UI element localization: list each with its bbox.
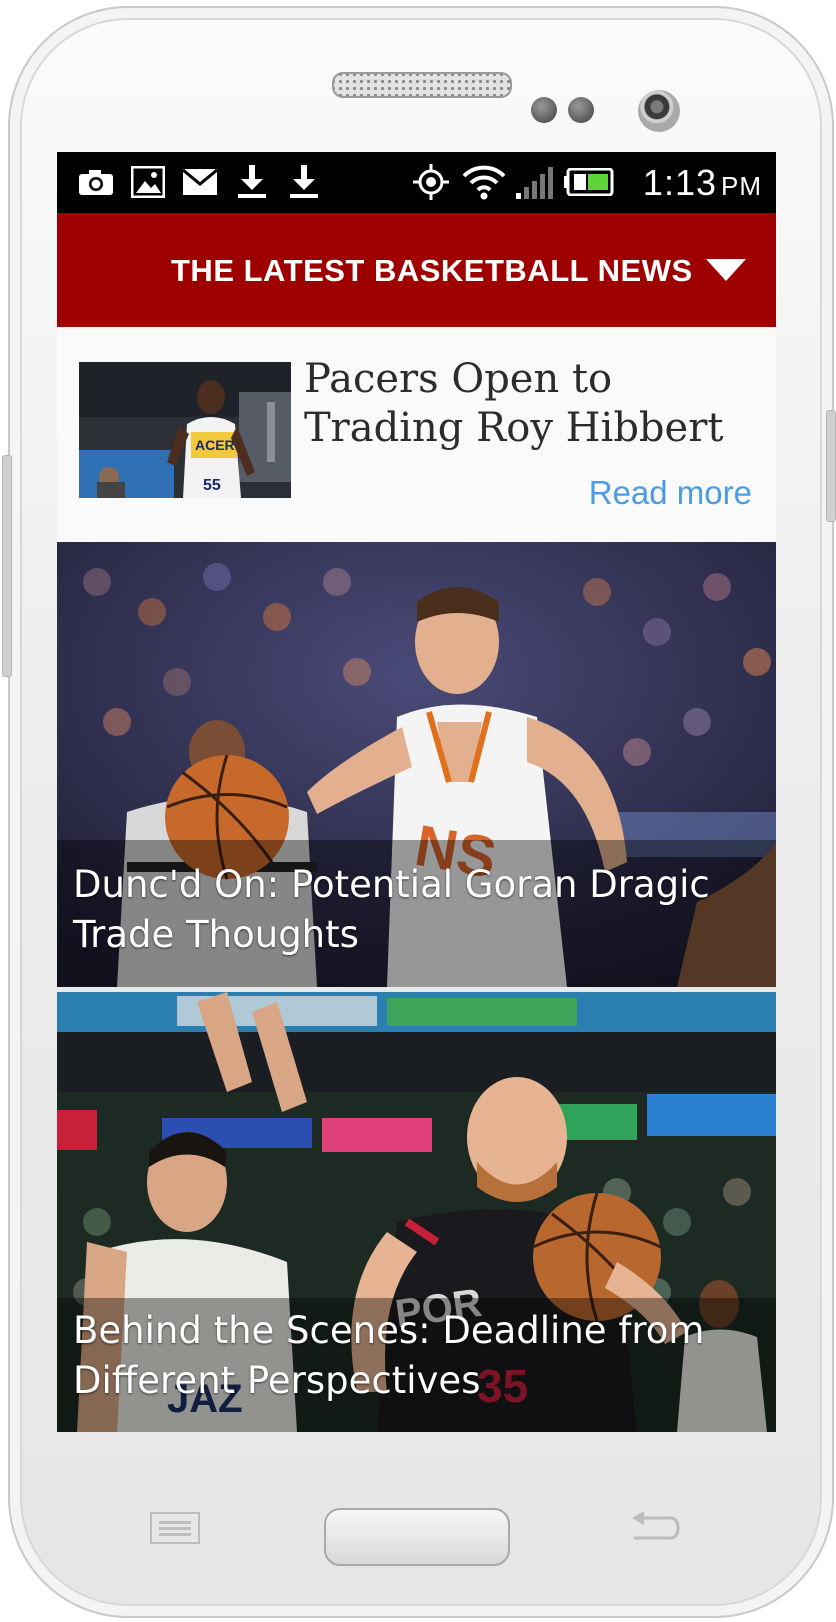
camera-icon [77,166,115,198]
featured-article[interactable]: ACERS 55 Pacers Open to Trading Roy Hibb… [57,327,776,542]
wifi-icon [461,165,507,200]
story-caption[interactable]: Dunc'd On: Potential Goran Dragic Trade … [73,860,776,960]
svg-text:55: 55 [203,477,221,494]
triangle-down-icon[interactable] [706,259,746,281]
page-title: THE LATEST BASKETBALL NEWS [171,253,693,288]
mail-icon [182,166,218,198]
story-caption[interactable]: Behind the Scenes: Deadline from Differe… [73,1306,776,1406]
gps-icon [411,164,451,200]
volume-button [2,455,12,677]
menu-icon[interactable] [150,1512,200,1544]
status-bar: 1:13 PM [57,152,776,213]
download-icon [286,165,322,198]
article-title[interactable]: Pacers Open to Trading Roy Hibbert [304,355,764,453]
front-camera [638,90,680,132]
signal-icon [515,166,557,199]
back-icon[interactable] [628,1510,680,1546]
battery-icon [563,166,615,198]
screen: 1:13 PM THE LATEST BASKETBALL NEWS ACERS … [57,152,776,1432]
light-sensor [568,97,594,123]
app-header: THE LATEST BASKETBALL NEWS [57,213,776,327]
proximity-sensor [531,97,557,123]
image-icon [130,166,166,198]
earpiece-speaker [332,72,512,98]
download-icon [234,165,270,198]
story-card[interactable]: NS Dunc'd On: Potential Goran Dragic Tra… [57,542,776,987]
home-button[interactable] [324,1508,510,1566]
power-button [826,410,836,522]
story-card[interactable]: JAZ POR 35 Behind the Scenes: Deadline f… [57,992,776,1432]
clock: 1:13 PM [642,162,762,203]
read-more-link[interactable]: Read more [589,474,752,512]
article-thumbnail[interactable]: ACERS 55 [79,362,291,498]
